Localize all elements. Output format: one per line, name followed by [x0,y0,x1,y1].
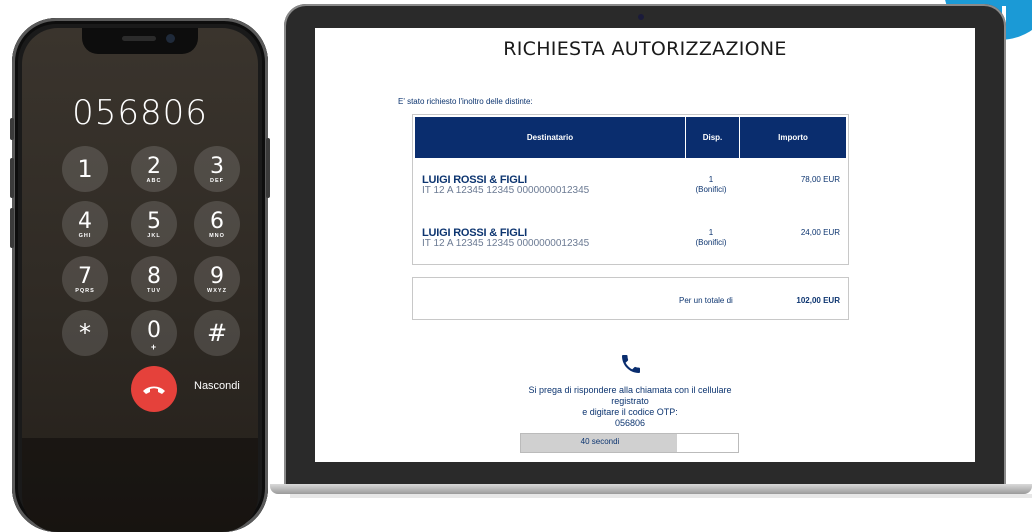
timer-label: 40 secondi [580,437,620,446]
key-3[interactable]: 3 DEF [194,146,240,192]
smartphone: 056806 1 2 ABC 3 DEF 4 GHI 5 JKL 6 MNO 7 PQRS … [10,18,270,532]
key-5[interactable]: 5 JKL [131,201,177,247]
key-0[interactable]: 0 + [131,310,177,356]
webcam-icon [638,14,644,20]
countdown-timer: 40 secondi [520,433,739,453]
message-line: e digitare il codice OTP: [582,407,678,417]
key-letters: TUV [147,288,161,294]
key-digit: 0 [147,318,161,343]
laptop-frame: RICHIESTA AUTORIZZAZIONE E' stato richie… [284,4,1006,486]
intro-text: E' stato richiesto l'inoltro delle disti… [398,97,533,106]
key-digit: 9 [210,264,224,289]
header-dispositions: Disp. [702,133,723,142]
table-row: LUIGI ROSSI & FIGLI IT 12 A 12345 12345 … [413,211,848,261]
disposition-count: 1 (Bonifici) [671,175,751,195]
row-amount: 24,00 EUR [800,228,840,237]
hang-up-icon [143,386,165,394]
key-digit: 6 [210,209,224,234]
message-line: registrato [611,396,649,406]
phone-screen: 056806 1 2 ABC 3 DEF 4 GHI 5 JKL 6 MNO 7 PQRS … [22,28,258,532]
key-digit: 8 [147,264,161,289]
laptop-base-shadow [290,494,1032,498]
key-6[interactable]: 6 MNO [194,201,240,247]
total-label: Per un totale di [679,296,733,305]
total-box: Per un totale di 102,00 EUR [412,277,849,320]
key-letters: WXYZ [207,288,227,294]
phone-power-button [266,138,270,198]
laptop-display: RICHIESTA AUTORIZZAZIONE E' stato richie… [315,28,975,462]
header-amount: Importo [778,133,808,142]
table-row: LUIGI ROSSI & FIGLI IT 12 A 12345 12345 … [413,158,848,208]
transfers-table: Destinatario Disp. Importo LUIGI ROSSI &… [412,114,849,265]
phone-lower-area [22,438,258,532]
key-digit: 5 [147,209,161,234]
message-line: Si prega di rispondere alla chiamata con… [528,385,732,395]
key-letters: DEF [210,178,224,184]
recipient-iban: IT 12 A 12345 12345 0000000012345 [422,185,590,196]
key-4[interactable]: 4 GHI [62,201,108,247]
key-digit: 7 [78,264,92,289]
key-star[interactable]: * [62,310,108,356]
key-9[interactable]: 9 WXYZ [194,256,240,302]
key-digit: 1 [77,155,93,183]
otp-instructions: Si prega di rispondere alla chiamata con… [515,385,745,429]
key-letters: PQRS [75,288,95,294]
laptop-base [270,484,1032,494]
phone-volume-down [10,208,14,248]
table-header: Destinatario Disp. Importo [415,117,846,158]
page-title: RICHIESTA AUTORIZZAZIONE [503,38,787,60]
hide-keypad-button[interactable]: Nascondi [194,380,240,392]
key-hash[interactable]: # [194,310,240,356]
row-amount: 78,00 EUR [800,175,840,184]
disp-type: (Bonifici) [695,185,727,194]
disp-type: (Bonifici) [695,238,727,247]
disp-count: 1 [708,175,714,184]
recipient-iban: IT 12 A 12345 12345 0000000012345 [422,238,590,249]
key-digit: 4 [78,209,92,234]
phone-volume-up [10,158,14,198]
key-8[interactable]: 8 TUV [131,256,177,302]
phone-call-icon [622,355,640,373]
key-digit: 3 [210,154,224,179]
key-letters: + [150,342,158,352]
otp-code: 056806 [614,418,646,428]
disposition-count: 1 (Bonifici) [671,228,751,248]
end-call-button[interactable] [131,366,177,412]
key-1[interactable]: 1 [62,146,108,192]
key-2[interactable]: 2 ABC [131,146,177,192]
total-value: 102,00 EUR [796,296,840,305]
key-digit: * [79,319,91,347]
key-letters: ABC [146,178,162,184]
phone-mute-switch [10,118,14,140]
key-7[interactable]: 7 PQRS [62,256,108,302]
key-digit: 2 [147,154,161,179]
header-recipient: Destinatario [526,133,574,142]
key-letters: JKL [147,233,161,239]
disp-count: 1 [708,228,714,237]
key-letters: GHI [78,233,92,239]
key-digit: # [206,319,228,347]
key-letters: MNO [209,233,225,239]
